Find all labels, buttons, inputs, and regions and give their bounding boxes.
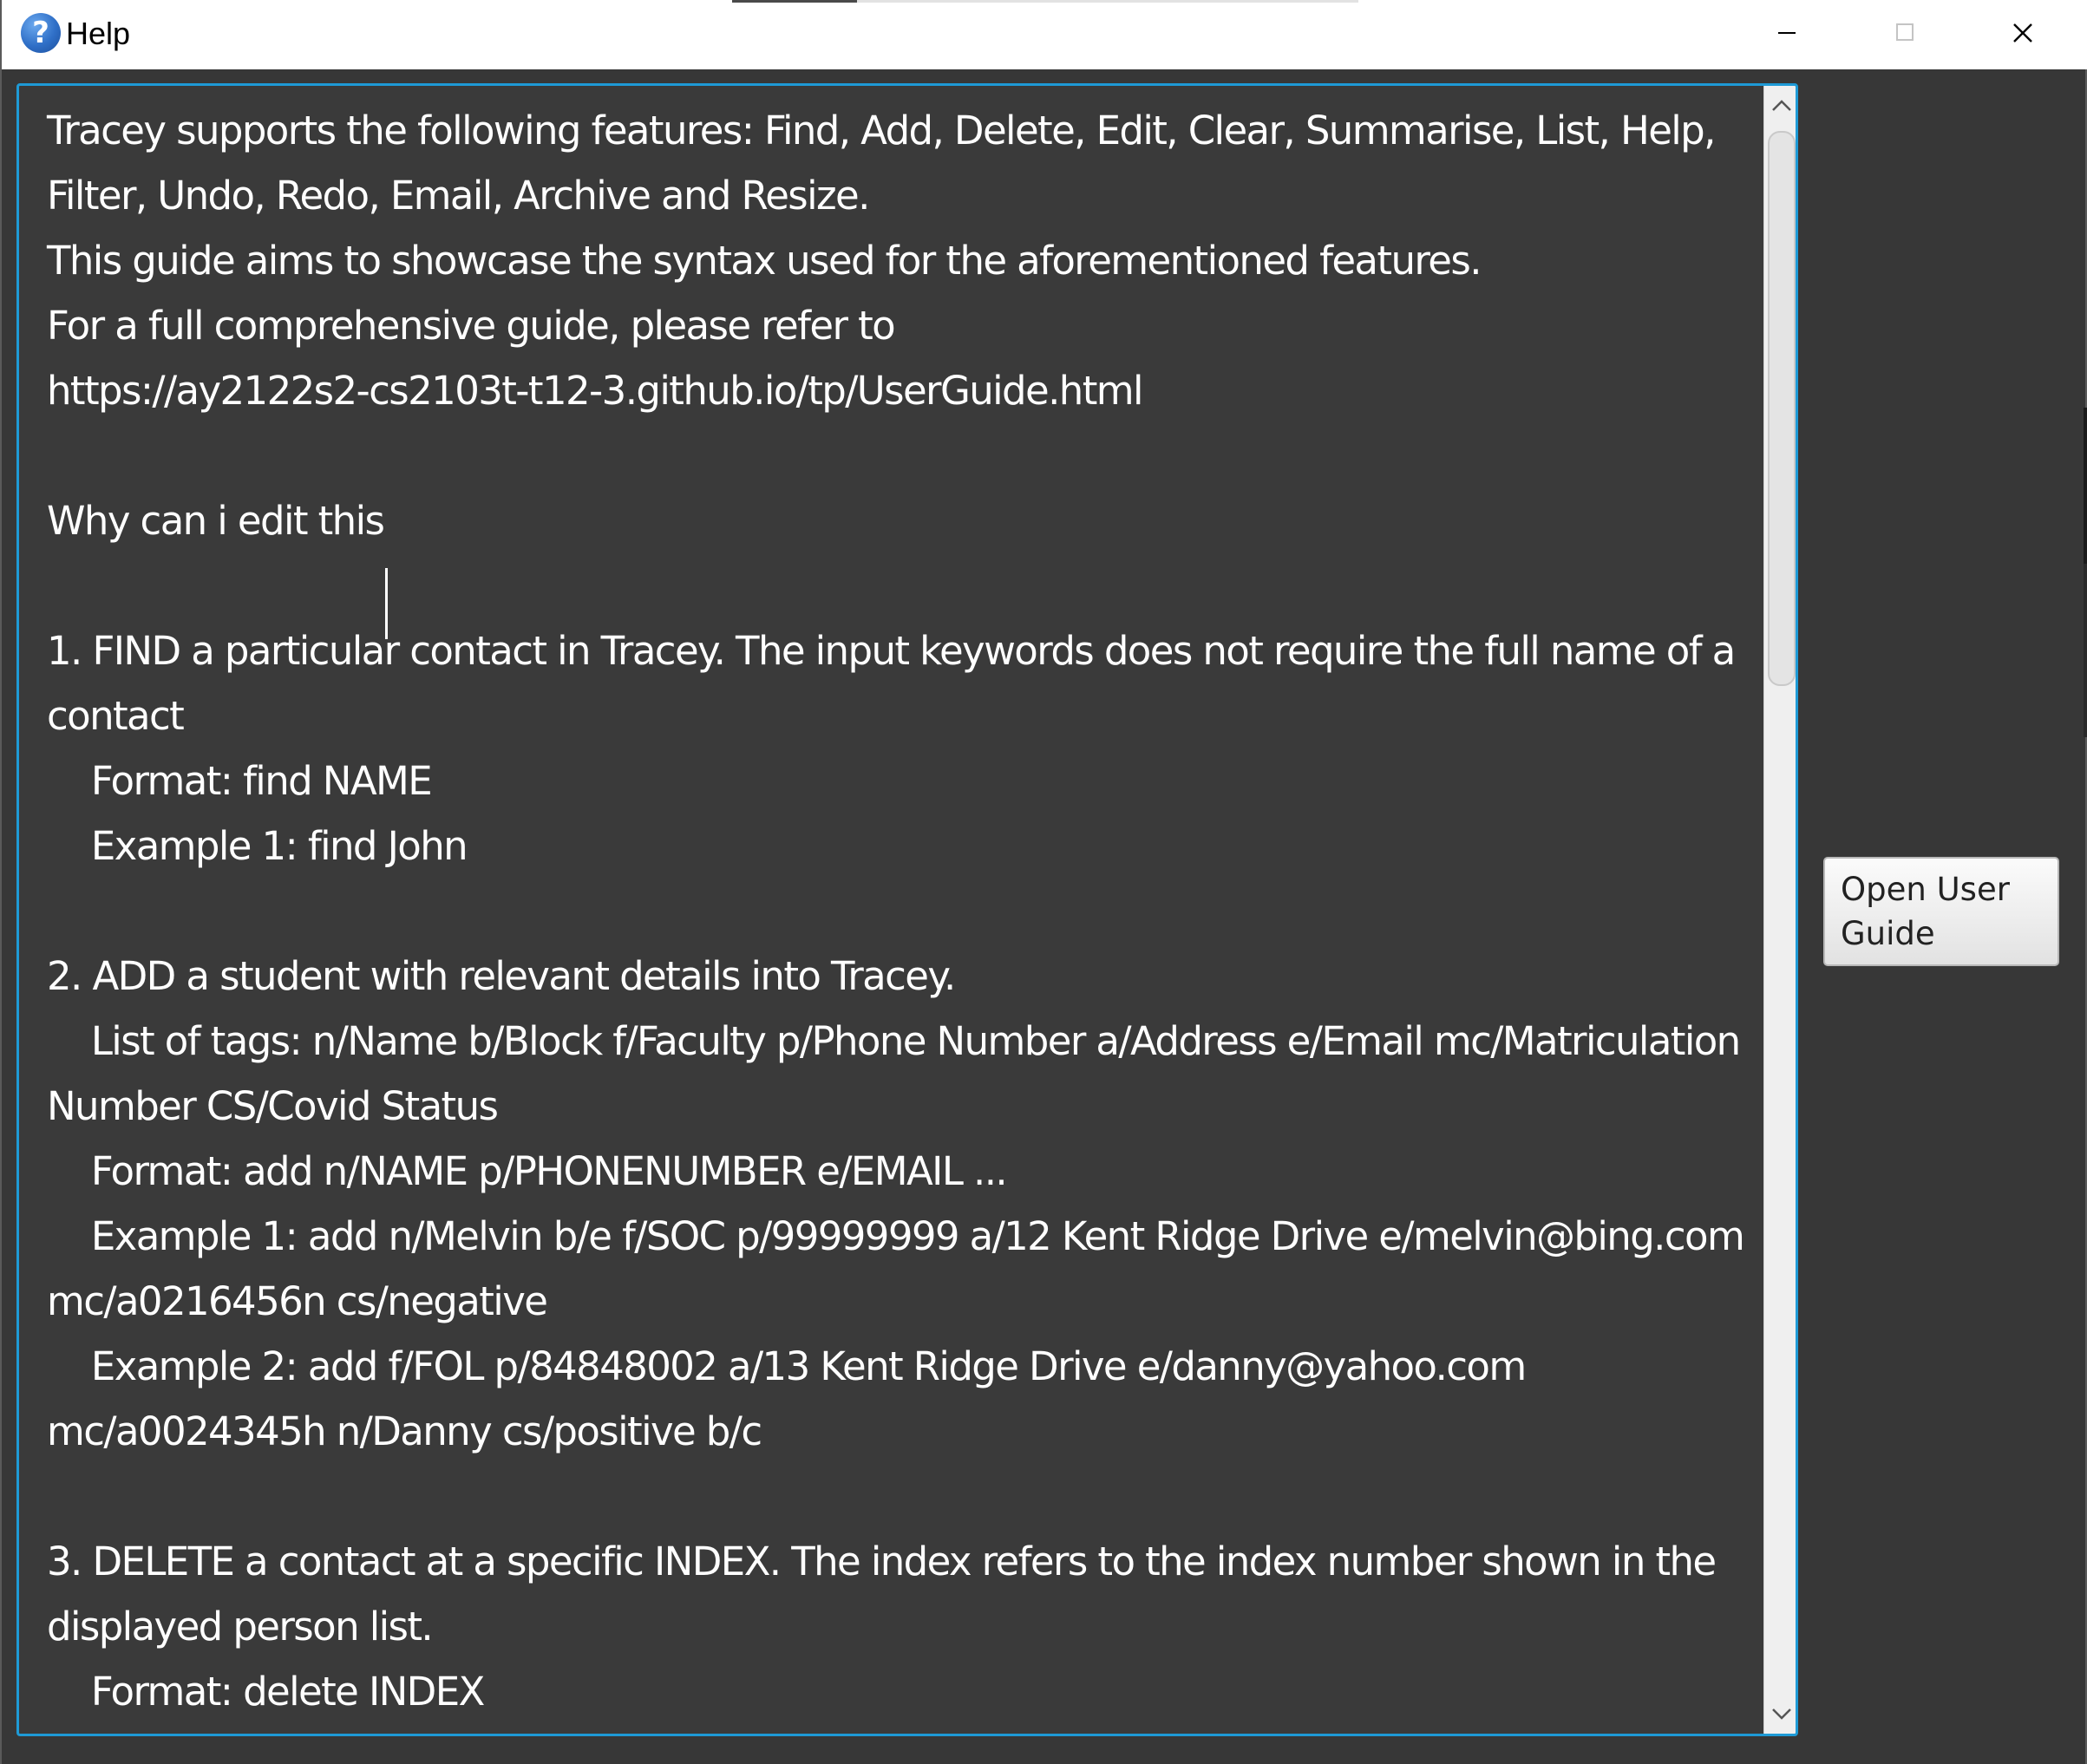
help-text-area[interactable]: Tracey supports the following features: … (16, 83, 1798, 1736)
window-title: Help (66, 16, 131, 51)
open-user-guide-button[interactable]: Open User Guide (1823, 857, 2059, 966)
help-icon: ? (21, 13, 61, 53)
minimize-icon (1778, 32, 1796, 34)
help-window: ? Help Tracey supports the following fea… (0, 0, 2087, 1764)
vertical-scrollbar[interactable] (1763, 86, 1796, 1734)
title-bar-drag-strip-light (857, 0, 1358, 3)
chevron-up-icon (1772, 100, 1791, 111)
maximize-button[interactable] (1846, 0, 1964, 68)
scroll-down-button[interactable] (1764, 1695, 1796, 1734)
minimize-button[interactable] (1728, 0, 1846, 68)
close-icon (2013, 23, 2032, 42)
title-bar[interactable]: ? Help (2, 0, 2087, 69)
close-button[interactable] (1964, 0, 2082, 68)
window-edge-shadow (2084, 408, 2087, 564)
scroll-up-button[interactable] (1764, 86, 1796, 124)
window-edge-shadow-lower (2084, 564, 2087, 737)
scroll-thumb[interactable] (1768, 131, 1796, 686)
title-bar-drag-strip (732, 0, 857, 3)
chevron-down-icon (1772, 1708, 1791, 1720)
help-text[interactable]: Tracey supports the following features: … (47, 98, 1747, 1724)
text-caret (385, 568, 388, 639)
maximize-icon (1896, 23, 1914, 41)
